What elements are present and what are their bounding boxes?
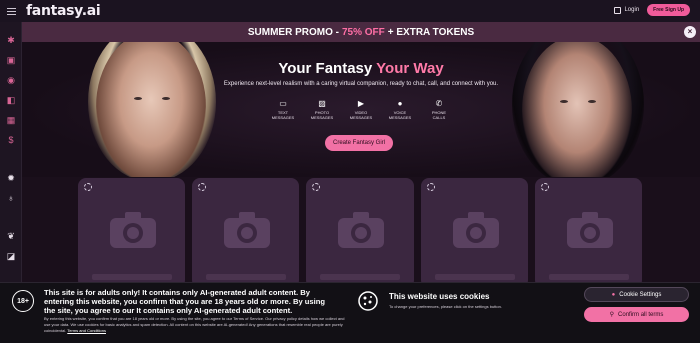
sparkle-icon[interactable]: ✱ [6,35,16,45]
consent-banner: 18+ This site is for adults only! It con… [0,282,700,343]
bulb-icon[interactable]: ♁ [6,193,16,203]
cookie-subtitle: To change your preferences, please click… [389,304,502,309]
placeholder-bar [548,274,629,280]
microphone-icon: ● [397,99,403,108]
terms-link[interactable]: Terms and Conditions [67,328,106,333]
hero-title-accent: Your Way [376,60,444,77]
eye-decor [134,97,142,100]
phone-icon: ✆ [435,99,443,108]
camera-placeholder-icon [452,212,499,248]
gift-icon[interactable]: ▦ [6,115,16,125]
camera-placeholder-icon [338,212,385,248]
promo-banner[interactable]: SUMMER PROMO - 75% OFF + EXTRA TOKENS × [22,22,700,42]
login-button[interactable]: Login [614,6,640,14]
feature-label: MESSAGES [271,115,295,120]
camera-placeholder-icon [566,212,613,248]
hero-subtitle: Experience next-level realism with a car… [223,81,499,87]
chat-icon[interactable]: ◧ [6,95,16,105]
feature-voice: ● VOICE MESSAGES [385,99,415,120]
confirm-all-label: Confirm all terms [618,311,664,318]
cookie-small-icon: ● [611,291,616,298]
loading-spinner-icon [84,183,92,191]
logo[interactable]: fantasy.ai [26,3,101,19]
menu-icon[interactable] [0,0,22,22]
feature-phone: ✆ PHONE CALLS [424,99,454,120]
feature-label: MESSAGES [349,115,373,120]
create-fantasy-girl-button[interactable]: Create Fantasy Girl [325,135,393,151]
header-actions: Login Free Sign Up [614,4,690,16]
feature-label: MESSAGES [388,115,412,120]
signup-button[interactable]: Free Sign Up [647,4,690,16]
camera-placeholder-icon [224,212,271,248]
cookie-settings-button[interactable]: ● Cookie Settings [584,287,689,302]
hero-title: Your Fantasy Your Way [22,60,700,77]
chat-bubble-icon: ▭ [279,99,287,108]
consent-details: By entering this website, you confirm th… [44,316,348,334]
character-card[interactable] [192,178,300,288]
age-badge: 18+ [12,290,34,312]
login-icon [614,6,622,14]
placeholder-bar [92,274,172,280]
cookie-settings-label: Cookie Settings [619,291,662,298]
consent-main-text: This site is for adults only! It contain… [44,288,326,315]
character-card[interactable] [306,178,414,288]
placeholder-bar [206,274,287,280]
eye-decor [560,100,568,103]
pin-icon: ⚲ [609,312,615,318]
cookie-icon [358,291,378,311]
loading-spinner-icon [312,183,321,191]
login-label: Login [624,7,640,13]
feature-text: ▭ TEXT MESSAGES [268,99,298,120]
feature-list: ▭ TEXT MESSAGES ▨ PHOTO MESSAGES ▶ VIDEO… [268,99,454,120]
heart-icon[interactable]: ❦ [6,231,16,241]
character-card[interactable] [534,178,643,288]
promo-suffix: + EXTRA TOKENS [387,26,475,38]
character-card[interactable] [420,178,528,288]
photo-icon: ▨ [318,99,326,108]
feature-photo: ▨ PHOTO MESSAGES [307,99,337,120]
coin-icon[interactable]: $ [6,135,16,145]
top-bar: fantasy.ai Login Free Sign Up [0,0,700,22]
placeholder-bar [320,274,401,280]
loading-spinner-icon [540,183,549,191]
close-icon[interactable]: × [684,26,696,38]
promo-prefix: SUMMER PROMO - [247,26,339,38]
tag-icon[interactable]: ◪ [6,251,16,261]
eye-decor [588,100,596,103]
hero-section: Your Fantasy Your Way Experience next-le… [22,42,700,177]
loading-spinner-icon [426,183,435,191]
character-card[interactable] [78,178,186,288]
camera-placeholder-icon [110,212,156,248]
confirm-all-button[interactable]: ⚲ Confirm all terms [584,307,689,322]
promo-highlight: 75% OFF [341,26,385,38]
hero-title-main: Your Fantasy [278,60,373,77]
placeholder-bar [434,274,515,280]
cards-icon[interactable]: ▣ [6,55,16,65]
feature-video: ▶ VIDEO MESSAGES [346,99,376,120]
feature-label: MESSAGES [310,115,334,120]
compass-icon[interactable]: ◉ [6,75,16,85]
video-icon: ▶ [357,99,365,108]
eye-decor [162,97,170,100]
sun-icon[interactable]: ✹ [6,173,16,183]
character-card-list [78,178,643,288]
loading-spinner-icon [198,183,207,191]
cookie-title: This website uses cookies [389,292,490,301]
feature-label: CALLS [432,115,446,120]
